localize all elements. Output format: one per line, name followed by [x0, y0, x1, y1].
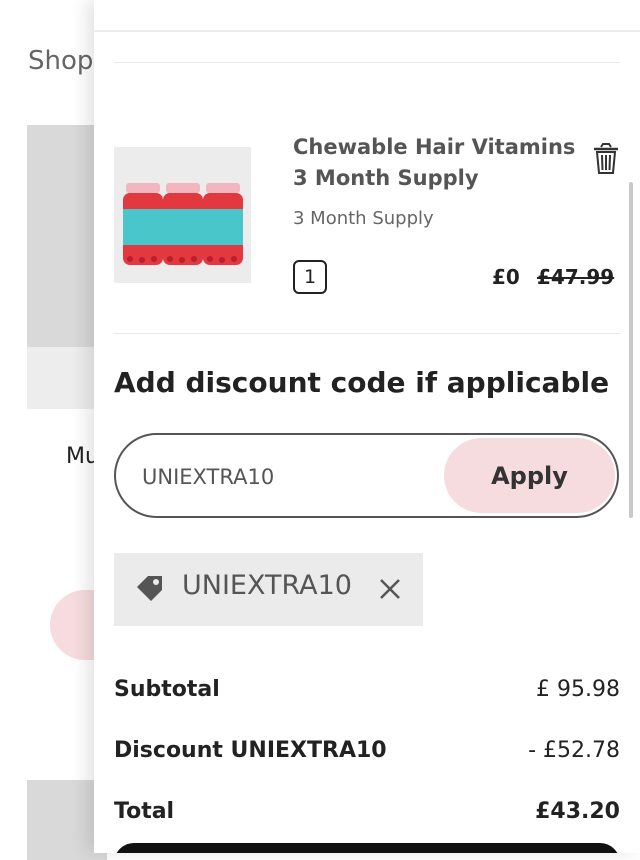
- item-original-price: £47.99: [537, 265, 615, 289]
- vitamin-bottles-image: [114, 147, 251, 283]
- total-label: Total: [114, 799, 175, 824]
- product-title[interactable]: Chewable Hair Vitamins 3 Month Supply: [293, 132, 593, 194]
- quantity-box[interactable]: 1: [293, 260, 327, 294]
- drawer-header-divider: [94, 30, 640, 32]
- subtotal-label: Subtotal: [114, 677, 220, 702]
- applied-code-text: UNIEXTRA10: [182, 570, 352, 601]
- discount-code-field: Apply: [114, 433, 619, 518]
- item-price: £0: [492, 265, 520, 289]
- scrollbar[interactable]: [629, 182, 633, 518]
- tag-icon: [134, 573, 166, 605]
- discount-heading: Add discount code if applicable: [114, 366, 610, 399]
- product-variant: 3 Month Supply: [293, 208, 434, 229]
- discount-code-input[interactable]: [140, 459, 434, 495]
- discount-label: Discount UNIEXTRA10: [114, 738, 387, 763]
- total-value: £43.20: [535, 799, 620, 824]
- applied-discount-tag: UNIEXTRA10: [114, 553, 423, 626]
- product-image[interactable]: [114, 147, 251, 283]
- close-icon[interactable]: [378, 575, 402, 603]
- divider: [114, 62, 620, 63]
- checkout-button[interactable]: [114, 843, 620, 853]
- trash-icon[interactable]: [592, 143, 620, 175]
- divider: [114, 333, 620, 334]
- subtotal-value: £ 95.98: [536, 677, 620, 702]
- cart-drawer: Chewable Hair Vitamins 3 Month Supply 3 …: [94, 0, 640, 853]
- discount-value: - £52.78: [528, 738, 620, 763]
- shop-heading: Shop: [28, 46, 94, 76]
- apply-button[interactable]: Apply: [444, 438, 615, 513]
